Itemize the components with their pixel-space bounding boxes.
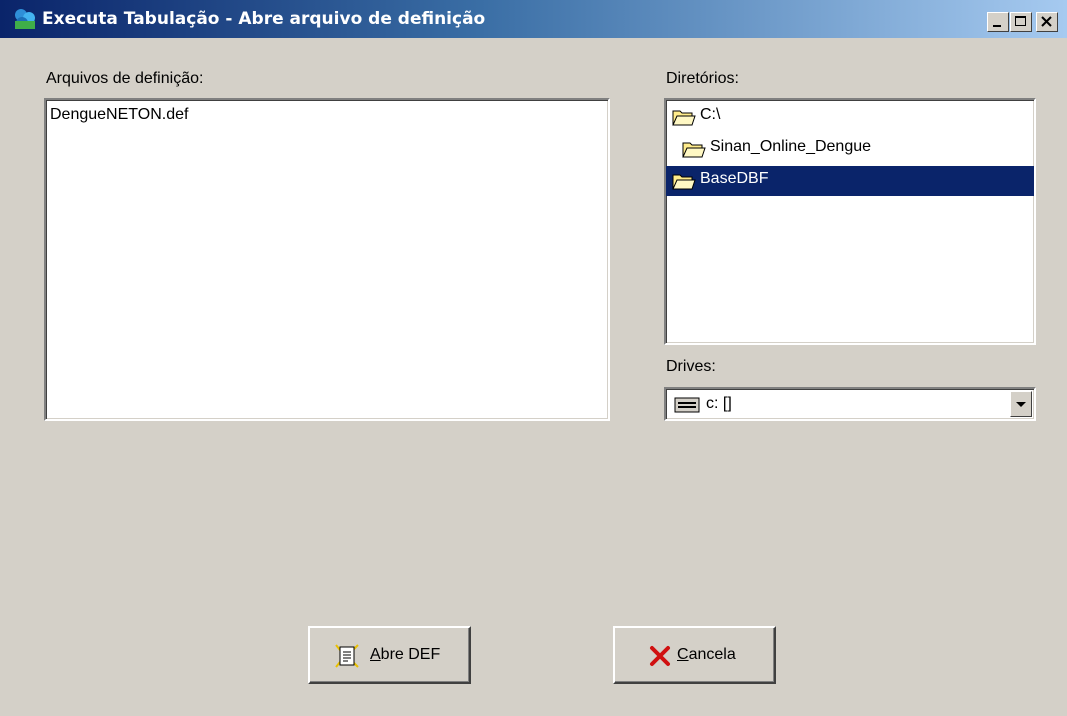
- files-label: Arquivos de definição:: [46, 70, 204, 87]
- folder-icon: [672, 110, 696, 126]
- drive-icon: [674, 397, 700, 413]
- chevron-down-icon: [1016, 402, 1026, 407]
- file-list[interactable]: DengueNETON.def: [44, 98, 610, 421]
- open-def-button[interactable]: Abre DEF: [308, 626, 471, 684]
- close-button[interactable]: [1036, 12, 1058, 32]
- cancel-button[interactable]: Cancela: [613, 626, 776, 684]
- directory-item-root[interactable]: C:\: [666, 102, 1034, 132]
- cancel-label: Cancela: [677, 646, 736, 663]
- x-icon: [650, 646, 670, 666]
- directory-name: BaseDBF: [700, 170, 769, 187]
- drives-label: Drives:: [666, 358, 716, 375]
- directory-name: Sinan_Online_Dengue: [710, 138, 872, 155]
- document-icon: [335, 644, 359, 668]
- minimize-button[interactable]: [987, 12, 1009, 32]
- close-icon: [1041, 16, 1052, 27]
- app-icon: [15, 9, 35, 29]
- directories-label: Diretórios:: [666, 70, 739, 87]
- file-item[interactable]: DengueNETON.def: [50, 106, 188, 124]
- directory-list[interactable]: C:\ Sinan_Online_Dengue BaseDBF: [664, 98, 1036, 345]
- open-def-label: Abre DEF: [370, 646, 441, 663]
- drive-value: c: []: [706, 395, 732, 412]
- window-title: Executa Tabulação - Abre arquivo de defi…: [42, 9, 486, 29]
- drive-combobox[interactable]: c: []: [664, 387, 1036, 421]
- maximize-icon: [1015, 16, 1026, 26]
- folder-icon: [672, 174, 696, 190]
- maximize-button[interactable]: [1010, 12, 1032, 32]
- folder-icon: [682, 142, 706, 158]
- minimize-icon: [993, 25, 1001, 27]
- directory-item-sinan[interactable]: Sinan_Online_Dengue: [666, 134, 1034, 164]
- title-bar[interactable]: Executa Tabulação - Abre arquivo de defi…: [0, 0, 1067, 38]
- drive-dropdown-button[interactable]: [1010, 391, 1032, 417]
- directory-item-basedbf[interactable]: BaseDBF: [666, 166, 1034, 196]
- directory-name: C:\: [700, 106, 721, 123]
